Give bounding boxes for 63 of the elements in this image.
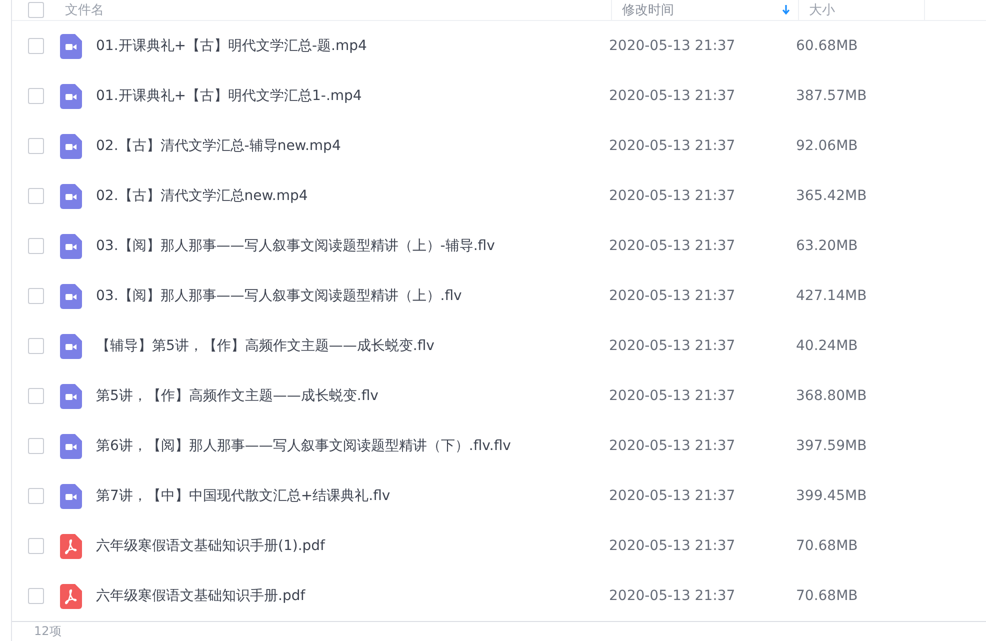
select-all-checkbox[interactable] [28, 2, 44, 18]
row-checkbox[interactable] [28, 138, 44, 154]
file-size: 365.42MB [796, 188, 867, 204]
file-size: 40.24MB [796, 338, 858, 354]
video-file-icon [60, 84, 82, 108]
file-name[interactable]: 第6讲，【阅】那人那事——写人叙事文阅读题型精讲（下）.flv.flv [82, 437, 609, 455]
file-name[interactable]: 01.开课典礼+【古】明代文学汇总-题.mp4 [82, 37, 609, 55]
file-size: 427.14MB [796, 288, 867, 304]
file-size: 70.68MB [796, 538, 858, 554]
video-file-icon [60, 484, 82, 508]
file-size: 63.20MB [796, 238, 858, 254]
modified-time: 2020-05-13 21:37 [609, 88, 736, 104]
row-checkbox[interactable] [28, 488, 44, 504]
file-size: 387.57MB [796, 88, 867, 104]
file-name[interactable]: 六年级寒假语文基础知识手册.pdf [82, 587, 609, 605]
video-file-icon [60, 34, 82, 58]
file-name[interactable]: 第5讲，【作】高频作文主题——成长蜕变.flv [82, 387, 609, 405]
file-name[interactable]: 01.开课典礼+【古】明代文学汇总1-.mp4 [82, 87, 609, 105]
file-size: 399.45MB [796, 488, 867, 504]
file-name[interactable]: 02.【古】清代文学汇总-辅导new.mp4 [82, 137, 609, 155]
row-checkbox[interactable] [28, 238, 44, 254]
video-file-icon [60, 284, 82, 308]
modified-time: 2020-05-13 21:37 [609, 538, 736, 554]
row-checkbox[interactable] [28, 388, 44, 404]
file-size: 70.68MB [796, 588, 858, 604]
pdf-file-icon [60, 584, 82, 608]
sort-arrow-icon[interactable] [782, 5, 790, 15]
row-checkbox[interactable] [28, 538, 44, 554]
row-checkbox[interactable] [28, 438, 44, 454]
modified-time: 2020-05-13 21:37 [609, 438, 736, 454]
modified-time: 2020-05-13 21:37 [609, 188, 736, 204]
video-file-icon [60, 134, 82, 158]
modified-time: 2020-05-13 21:37 [609, 38, 736, 54]
file-name[interactable]: 03.【阅】那人那事——写人叙事文阅读题型精讲（上）.flv [82, 287, 609, 305]
row-checkbox[interactable] [28, 588, 44, 604]
row-checkbox[interactable] [28, 88, 44, 104]
file-size: 92.06MB [796, 138, 858, 154]
file-name[interactable]: 第7讲，【中】中国现代散文汇总+结课典礼.flv [82, 487, 609, 505]
file-size: 60.68MB [796, 38, 858, 54]
modified-time: 2020-05-13 21:37 [609, 338, 736, 354]
modified-time: 2020-05-13 21:37 [609, 388, 736, 404]
row-checkbox[interactable] [28, 188, 44, 204]
modified-time: 2020-05-13 21:37 [609, 138, 736, 154]
video-file-icon [60, 384, 82, 408]
file-name[interactable]: 03.【阅】那人那事——写人叙事文阅读题型精讲（上）-辅导.flv [82, 237, 609, 255]
modified-time: 2020-05-13 21:37 [609, 488, 736, 504]
row-checkbox[interactable] [28, 338, 44, 354]
video-file-icon [60, 434, 82, 458]
row-checkbox[interactable] [28, 38, 44, 54]
video-file-icon [60, 334, 82, 358]
row-checkbox[interactable] [28, 288, 44, 304]
file-name[interactable]: 六年级寒假语文基础知识手册(1).pdf [82, 537, 609, 555]
file-name[interactable]: 【辅导】第5讲，【作】高频作文主题——成长蜕变.flv [82, 337, 609, 355]
modified-time: 2020-05-13 21:37 [609, 238, 736, 254]
video-file-icon [60, 184, 82, 208]
file-name[interactable]: 02.【古】清代文学汇总new.mp4 [82, 187, 609, 205]
pdf-file-icon [60, 534, 82, 558]
modified-time: 2020-05-13 21:37 [609, 288, 736, 304]
modified-time: 2020-05-13 21:37 [609, 588, 736, 604]
item-count: 12项 [34, 624, 62, 638]
file-size: 368.80MB [796, 388, 867, 404]
file-size: 397.59MB [796, 438, 867, 454]
video-file-icon [60, 234, 82, 258]
